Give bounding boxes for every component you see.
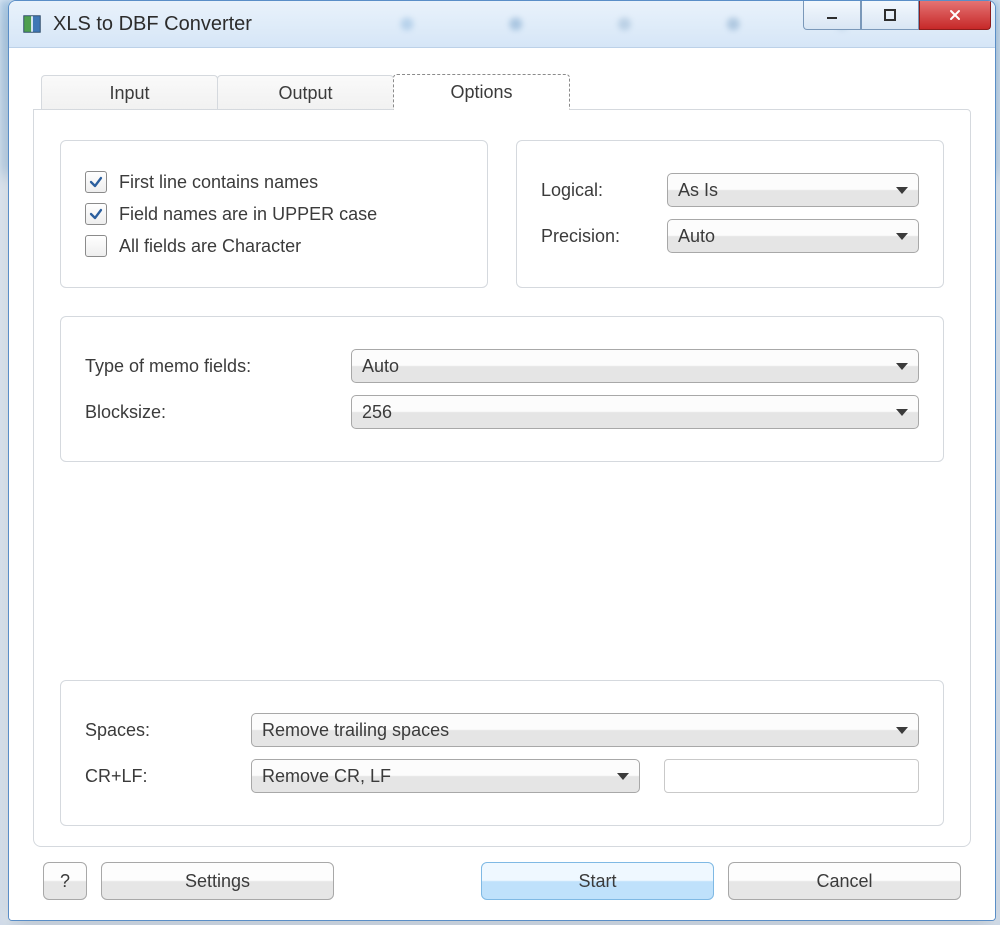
- combo-spaces[interactable]: Remove trailing spaces: [251, 713, 919, 747]
- tab-input-label: Input: [109, 83, 149, 104]
- client-area: Input Output Options First line contains…: [9, 48, 995, 920]
- cancel-button-label: Cancel: [816, 871, 872, 892]
- start-button[interactable]: Start: [481, 862, 714, 900]
- combo-precision-value: Auto: [678, 226, 888, 247]
- tab-options[interactable]: Options: [393, 74, 570, 110]
- label-precision: Precision:: [541, 226, 651, 247]
- combo-memo-type-value: Auto: [362, 356, 888, 377]
- chevron-down-icon: [896, 409, 908, 416]
- minimize-button[interactable]: [803, 1, 861, 30]
- chevron-down-icon: [896, 727, 908, 734]
- settings-button-label: Settings: [185, 871, 250, 892]
- combo-spaces-value: Remove trailing spaces: [262, 720, 888, 741]
- label-first-line-names[interactable]: First line contains names: [119, 172, 318, 193]
- chevron-down-icon: [896, 233, 908, 240]
- spacer: [60, 490, 944, 652]
- cancel-button[interactable]: Cancel: [728, 862, 961, 900]
- maximize-button[interactable]: [861, 1, 919, 30]
- window-controls: [803, 1, 991, 30]
- group-fieldnames: First line contains names Field names ar…: [60, 140, 488, 288]
- tab-page-options: First line contains names Field names ar…: [33, 109, 971, 847]
- help-icon: ?: [60, 871, 70, 892]
- app-window: XLS to DBF Converter Input Output Option…: [8, 0, 996, 921]
- group-strings: Spaces: Remove trailing spaces CR+LF: Re…: [60, 680, 944, 826]
- chevron-down-icon: [896, 187, 908, 194]
- label-crlf: CR+LF:: [85, 766, 235, 787]
- checkbox-upper-case[interactable]: [85, 203, 107, 225]
- app-icon: [21, 13, 43, 35]
- combo-memo-type[interactable]: Auto: [351, 349, 919, 383]
- footer-bar: ? Settings Start Cancel: [33, 848, 971, 906]
- help-button[interactable]: ?: [43, 862, 87, 900]
- options-row-1: First line contains names Field names ar…: [60, 140, 944, 288]
- label-blocksize: Blocksize:: [85, 402, 335, 423]
- close-button[interactable]: [919, 1, 991, 30]
- combo-logical-value: As Is: [678, 180, 888, 201]
- combo-crlf[interactable]: Remove CR, LF: [251, 759, 640, 793]
- tab-options-label: Options: [450, 82, 512, 103]
- checkbox-all-char[interactable]: [85, 235, 107, 257]
- tab-output[interactable]: Output: [217, 75, 394, 110]
- tab-strip: Input Output Options: [41, 74, 971, 110]
- label-logical: Logical:: [541, 180, 651, 201]
- title-bar[interactable]: XLS to DBF Converter: [9, 1, 995, 48]
- label-spaces: Spaces:: [85, 720, 235, 741]
- start-button-label: Start: [578, 871, 616, 892]
- checkbox-first-line-names[interactable]: [85, 171, 107, 193]
- label-upper-case[interactable]: Field names are in UPPER case: [119, 204, 377, 225]
- label-memo-type: Type of memo fields:: [85, 356, 335, 377]
- tab-input[interactable]: Input: [41, 75, 218, 110]
- group-memo: Type of memo fields: Auto Blocksize: 256: [60, 316, 944, 462]
- combo-precision[interactable]: Auto: [667, 219, 919, 253]
- input-crlf-replacement[interactable]: [664, 759, 919, 793]
- label-all-char[interactable]: All fields are Character: [119, 236, 301, 257]
- settings-button[interactable]: Settings: [101, 862, 334, 900]
- combo-blocksize[interactable]: 256: [351, 395, 919, 429]
- chevron-down-icon: [896, 363, 908, 370]
- combo-logical[interactable]: As Is: [667, 173, 919, 207]
- group-type-settings: Logical: As Is Precision: Auto: [516, 140, 944, 288]
- tab-output-label: Output: [278, 83, 332, 104]
- chevron-down-icon: [617, 773, 629, 780]
- combo-crlf-value: Remove CR, LF: [262, 766, 609, 787]
- window-title: XLS to DBF Converter: [53, 13, 252, 36]
- combo-blocksize-value: 256: [362, 402, 888, 423]
